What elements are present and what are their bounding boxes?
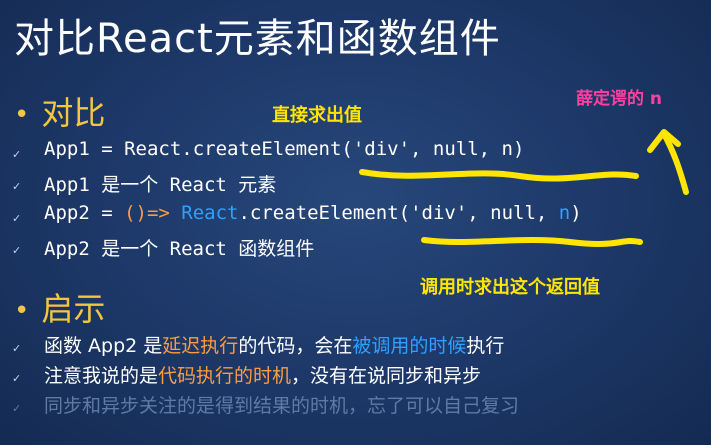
yellow-underline-app2: [421, 237, 643, 247]
yellow-underline-app1: [359, 169, 639, 182]
annotation-strokes: [359, 129, 689, 247]
